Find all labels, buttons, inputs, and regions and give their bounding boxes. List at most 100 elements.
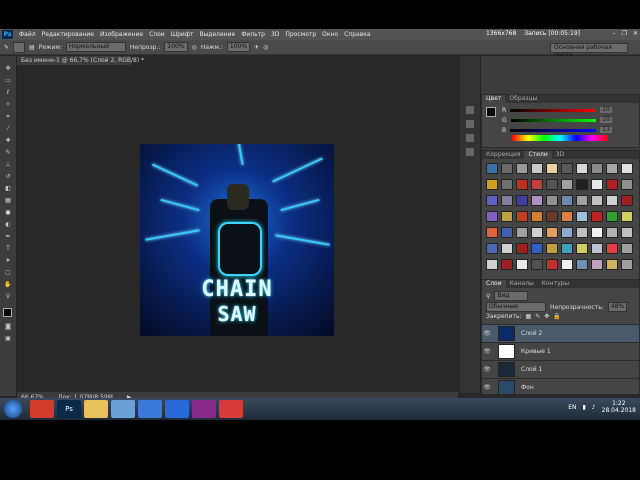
canvas-area[interactable]: CHAIN SAW bbox=[17, 65, 458, 396]
layer-row[interactable]: 👁 Слой 2 bbox=[482, 324, 639, 342]
style-swatch[interactable] bbox=[621, 195, 633, 206]
slider-value-b[interactable]: 13 bbox=[600, 127, 612, 133]
style-swatch[interactable] bbox=[531, 259, 543, 270]
gradient-tool-icon[interactable]: ▦ bbox=[4, 198, 12, 204]
minimize-icon[interactable]: – bbox=[613, 30, 616, 37]
style-swatch[interactable] bbox=[576, 259, 588, 270]
foreground-color-chip[interactable] bbox=[486, 107, 496, 117]
lasso-tool-icon[interactable]: ℓ bbox=[4, 90, 12, 96]
style-swatch[interactable] bbox=[501, 163, 513, 174]
style-swatch[interactable] bbox=[606, 195, 618, 206]
move-tool-icon[interactable]: ✥ bbox=[4, 66, 12, 72]
layer-row[interactable]: 👁 Кривые 1 bbox=[482, 342, 639, 360]
taskbar-app-winrar[interactable] bbox=[192, 400, 216, 418]
tab-color[interactable]: Цвет bbox=[482, 95, 506, 103]
character-panel-icon[interactable] bbox=[466, 134, 474, 142]
style-swatch[interactable] bbox=[516, 163, 528, 174]
lock-all-icon[interactable]: 🔒 bbox=[553, 313, 560, 320]
clock[interactable]: 1:22 28.04.2018 bbox=[602, 400, 636, 414]
volume-icon[interactable]: ♪ bbox=[592, 404, 596, 411]
style-swatch[interactable] bbox=[531, 211, 543, 222]
style-swatch[interactable] bbox=[576, 243, 588, 254]
path-select-tool-icon[interactable]: ➤ bbox=[4, 258, 12, 264]
style-swatch[interactable] bbox=[591, 211, 603, 222]
style-swatch[interactable] bbox=[591, 179, 603, 190]
blur-tool-icon[interactable]: ● bbox=[4, 210, 12, 216]
style-swatch[interactable] bbox=[576, 227, 588, 238]
brush-panel-icon[interactable]: ▤ bbox=[29, 44, 35, 51]
quick-mask-icon[interactable]: ◙ bbox=[4, 324, 12, 330]
foreground-color-swatch[interactable] bbox=[3, 308, 12, 317]
lock-position-icon[interactable]: ✥ bbox=[544, 313, 549, 320]
style-swatch[interactable] bbox=[576, 179, 588, 190]
style-swatch[interactable] bbox=[576, 211, 588, 222]
menu-3d[interactable]: 3D bbox=[268, 31, 282, 38]
clone-stamp-tool-icon[interactable]: ⊥ bbox=[4, 162, 12, 168]
document-tab[interactable]: Без имени-1 @ 66,7% (Слой 2, RGB/8) * bbox=[17, 56, 144, 65]
style-swatch[interactable] bbox=[621, 227, 633, 238]
style-swatch[interactable] bbox=[621, 243, 633, 254]
style-swatch[interactable] bbox=[486, 195, 498, 206]
style-swatch[interactable] bbox=[621, 259, 633, 270]
style-swatch[interactable] bbox=[531, 179, 543, 190]
menu-window[interactable]: Окно bbox=[319, 31, 341, 38]
style-swatch[interactable] bbox=[546, 259, 558, 270]
style-swatch[interactable] bbox=[546, 179, 558, 190]
layer-opacity-field[interactable]: 48% bbox=[607, 302, 628, 312]
style-swatch[interactable] bbox=[621, 163, 633, 174]
style-swatch[interactable] bbox=[561, 179, 573, 190]
visibility-eye-icon[interactable]: 👁 bbox=[482, 384, 492, 391]
style-swatch[interactable] bbox=[486, 227, 498, 238]
style-swatch[interactable] bbox=[561, 243, 573, 254]
style-swatch[interactable] bbox=[576, 195, 588, 206]
healing-brush-tool-icon[interactable]: ✚ bbox=[4, 138, 12, 144]
pressure-field[interactable]: 100% bbox=[226, 42, 251, 52]
eyedropper-tool-icon[interactable]: ⁄ bbox=[4, 126, 12, 132]
style-swatch[interactable] bbox=[516, 259, 528, 270]
taskbar-app-chrome[interactable] bbox=[30, 400, 54, 418]
crop-tool-icon[interactable]: ⌗ bbox=[4, 114, 12, 120]
visibility-eye-icon[interactable]: 👁 bbox=[482, 330, 492, 337]
menu-edit[interactable]: Редактирование bbox=[39, 31, 97, 38]
style-swatch[interactable] bbox=[606, 259, 618, 270]
style-swatch[interactable] bbox=[591, 163, 603, 174]
artwork-canvas[interactable]: CHAIN SAW bbox=[140, 144, 334, 336]
style-swatch[interactable] bbox=[531, 243, 543, 254]
style-swatch[interactable] bbox=[516, 227, 528, 238]
style-swatch[interactable] bbox=[606, 227, 618, 238]
opacity-field[interactable]: 100% bbox=[164, 42, 188, 52]
close-icon[interactable]: ✕ bbox=[633, 30, 638, 37]
style-swatch[interactable] bbox=[591, 259, 603, 270]
airbrush-icon[interactable]: ✈ bbox=[254, 44, 259, 51]
visibility-eye-icon[interactable]: 👁 bbox=[482, 348, 492, 355]
taskbar-app-explorer[interactable] bbox=[84, 400, 108, 418]
blend-mode-select[interactable]: Обычные bbox=[486, 302, 546, 312]
tab-channels[interactable]: Каналы bbox=[506, 280, 538, 288]
menu-filter[interactable]: Фильтр bbox=[238, 31, 268, 38]
style-swatch[interactable] bbox=[516, 211, 528, 222]
style-swatch[interactable] bbox=[591, 227, 603, 238]
tab-layers[interactable]: Слои bbox=[482, 280, 506, 288]
pressure-opacity-icon[interactable]: ◎ bbox=[192, 44, 197, 51]
menu-type[interactable]: Шрифт bbox=[168, 31, 197, 38]
style-swatch[interactable] bbox=[546, 195, 558, 206]
network-icon[interactable]: ▮ bbox=[582, 404, 585, 411]
style-swatch[interactable] bbox=[501, 227, 513, 238]
tab-paths[interactable]: Контуры bbox=[538, 280, 573, 288]
style-swatch[interactable] bbox=[546, 227, 558, 238]
style-swatch[interactable] bbox=[516, 243, 528, 254]
menu-image[interactable]: Изображение bbox=[97, 31, 146, 38]
dodge-tool-icon[interactable]: ◐ bbox=[4, 222, 12, 228]
layer-row[interactable]: 👁 Фон bbox=[482, 378, 639, 394]
slider-track-g[interactable] bbox=[510, 118, 596, 122]
slider-value-r[interactable]: 10 bbox=[600, 107, 612, 113]
style-swatch[interactable] bbox=[606, 211, 618, 222]
style-swatch[interactable] bbox=[501, 179, 513, 190]
slider-track-b[interactable] bbox=[510, 128, 596, 132]
taskbar-app-recorder[interactable] bbox=[219, 400, 243, 418]
brush-tool-active-icon[interactable]: ✎ bbox=[4, 150, 12, 156]
slider-value-g[interactable]: 10 bbox=[600, 117, 612, 123]
taskbar-app-maxthon[interactable] bbox=[165, 400, 189, 418]
menu-file[interactable]: Файл bbox=[16, 31, 39, 38]
tab-adjustments[interactable]: Коррекция bbox=[482, 151, 524, 159]
